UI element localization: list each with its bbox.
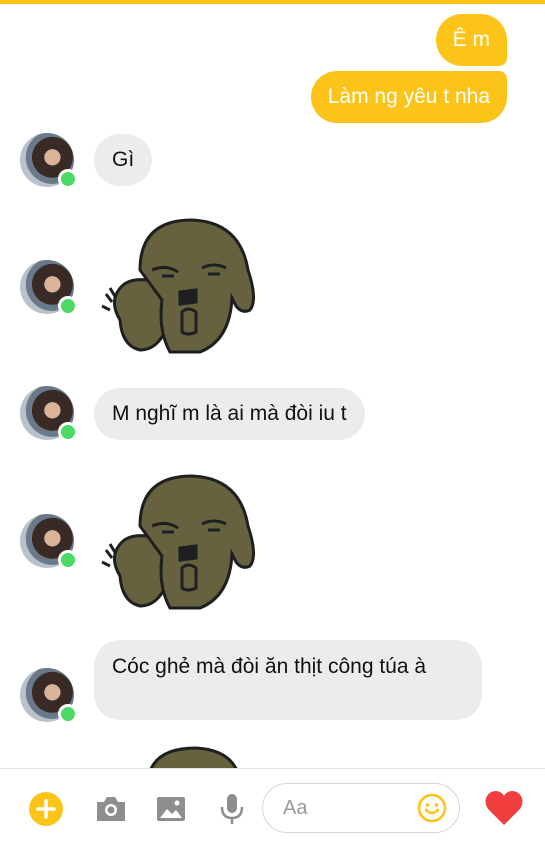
outgoing-message[interactable]: Làm ng yêu t nha bbox=[310, 71, 507, 123]
contact-avatar[interactable] bbox=[20, 386, 78, 442]
message-text: Gì bbox=[112, 148, 135, 171]
message-text: Ê m bbox=[452, 28, 490, 51]
heart-icon[interactable] bbox=[484, 789, 524, 827]
emoji-icon[interactable] bbox=[417, 793, 447, 823]
online-status-icon bbox=[58, 169, 78, 189]
image-icon[interactable] bbox=[153, 791, 189, 827]
contact-avatar[interactable] bbox=[20, 260, 78, 316]
camera-icon[interactable] bbox=[93, 791, 129, 827]
message-text: M nghĩ m là ai mà đòi iu t bbox=[112, 402, 347, 425]
plus-icon[interactable] bbox=[28, 791, 64, 827]
online-status-icon bbox=[58, 422, 78, 442]
contact-avatar[interactable] bbox=[20, 514, 78, 570]
message-composer: Aa bbox=[0, 768, 545, 847]
message-text: Làm ng yêu t nha bbox=[327, 85, 490, 108]
online-status-icon bbox=[58, 704, 78, 724]
online-status-icon bbox=[58, 550, 78, 570]
input-placeholder: Aa bbox=[283, 797, 308, 819]
microphone-icon[interactable] bbox=[214, 791, 250, 827]
top-accent-bar bbox=[0, 0, 545, 4]
dog-thumbs-down-sticker[interactable] bbox=[100, 210, 265, 360]
message-input[interactable]: Aa bbox=[262, 783, 460, 833]
contact-avatar[interactable] bbox=[20, 133, 78, 189]
outgoing-message[interactable]: Ê m bbox=[435, 14, 507, 66]
dog-thumbs-down-sticker[interactable] bbox=[100, 466, 265, 616]
incoming-message[interactable]: Cóc ghẻ mà đòi ăn thịt công túa à bbox=[94, 640, 482, 720]
incoming-message[interactable]: M nghĩ m là ai mà đòi iu t bbox=[94, 388, 365, 440]
message-text: Cóc ghẻ mà đòi ăn thịt công túa à bbox=[112, 655, 427, 678]
incoming-message[interactable]: Gì bbox=[94, 134, 153, 186]
online-status-icon bbox=[58, 296, 78, 316]
contact-avatar[interactable] bbox=[20, 668, 78, 724]
